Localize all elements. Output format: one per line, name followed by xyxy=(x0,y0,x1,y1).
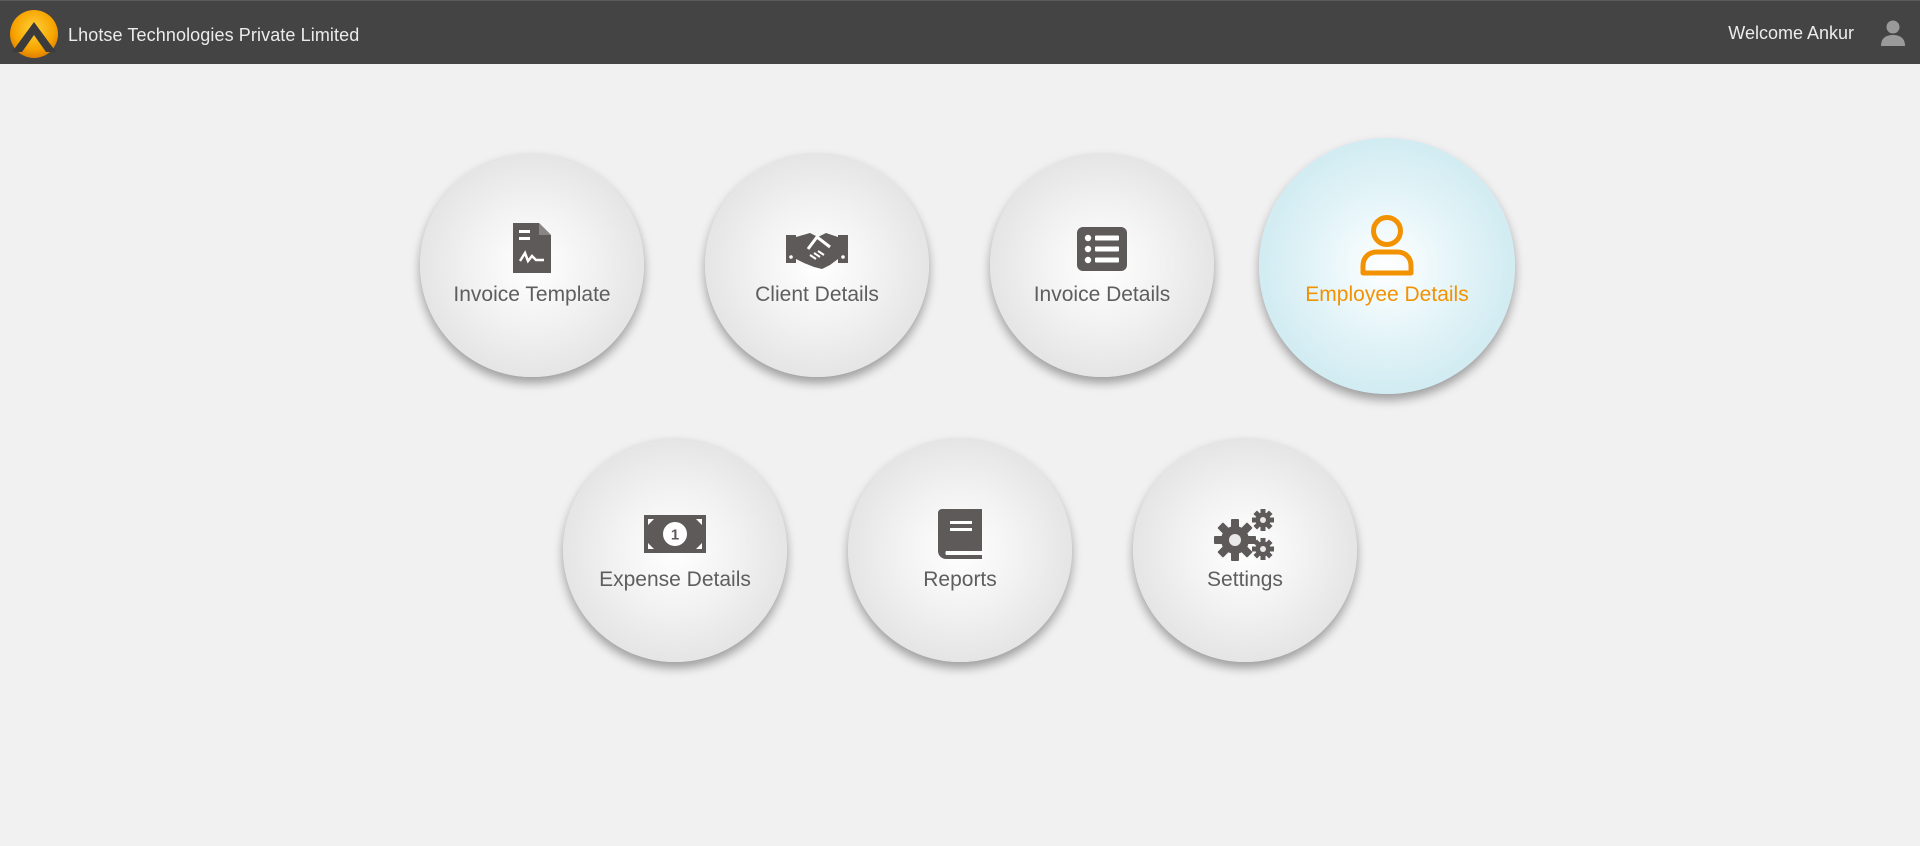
tile-reports[interactable]: Reports xyxy=(848,438,1072,662)
tile-label: Reports xyxy=(923,568,997,591)
tile-expense-details[interactable]: 1 Expense Details xyxy=(563,438,787,662)
tile-invoice-template[interactable]: Invoice Template xyxy=(420,153,644,377)
tile-label: Invoice Details xyxy=(1033,283,1171,306)
welcome-text: Welcome Ankur xyxy=(1728,23,1854,43)
mountain-logo-icon xyxy=(10,10,58,58)
tile-label: Invoice Template xyxy=(453,283,611,306)
gears-icon xyxy=(1214,509,1274,561)
signed-document-icon xyxy=(513,223,551,273)
tile-client-details[interactable]: Client Details xyxy=(705,153,929,377)
brand[interactable]: Lhotse Technologies Private Limited xyxy=(8,9,359,59)
user-outline-icon xyxy=(1360,215,1414,276)
tile-label: Settings xyxy=(1207,568,1283,591)
tile-invoice-details[interactable]: Invoice Details xyxy=(990,153,1214,377)
tile-settings[interactable]: Settings xyxy=(1133,438,1357,662)
book-icon xyxy=(938,509,982,559)
top-bar: Lhotse Technologies Private Limited Welc… xyxy=(0,0,1920,64)
list-icon xyxy=(1077,227,1127,271)
tile-employee-details[interactable]: Employee Details xyxy=(1259,138,1515,394)
svg-text:1: 1 xyxy=(671,527,679,544)
company-name: Lhotse Technologies Private Limited xyxy=(68,24,360,45)
tile-label: Client Details xyxy=(755,283,879,306)
user-icon[interactable] xyxy=(1880,19,1906,47)
tile-label: Expense Details xyxy=(599,568,751,591)
handshake-icon xyxy=(786,233,848,269)
money-bill-icon: 1 xyxy=(644,515,706,553)
tile-label: Employee Details xyxy=(1305,283,1469,306)
